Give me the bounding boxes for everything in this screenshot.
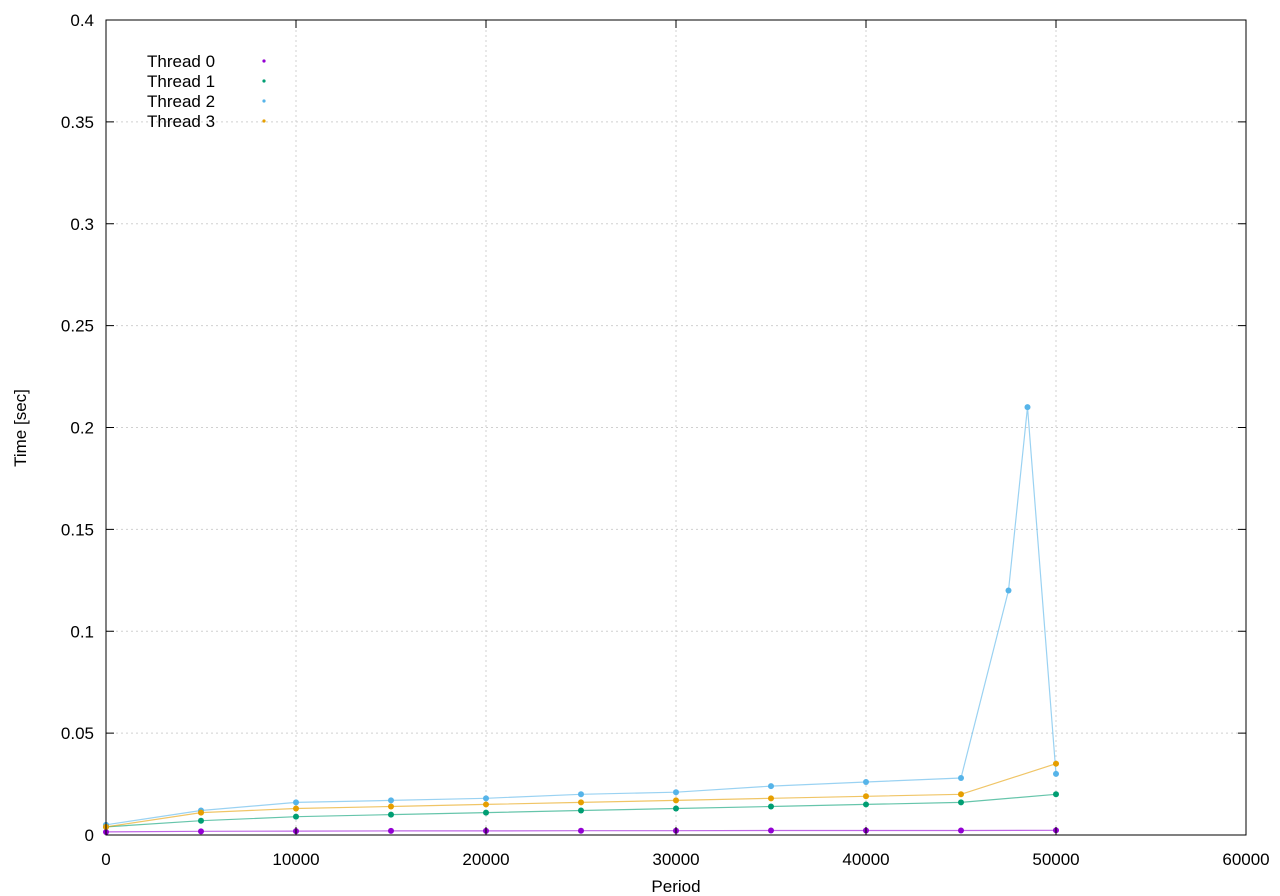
y-tick-label: 0.1 [70,622,94,641]
x-tick-label: 60000 [1222,850,1269,869]
y-tick-label: 0.4 [70,11,94,30]
legend-marker [262,59,266,63]
legend-marker [262,79,266,83]
x-tick-label: 0 [101,850,110,869]
series-trend [105,407,1057,826]
x-tick-label: 10000 [272,850,319,869]
y-axis-title: Time [sec] [11,389,30,467]
x-tick-label: 20000 [462,850,509,869]
axis-tick-labels: 0 10000 20000 30000 40000 50000 60000 0 0.05 0.1 0… [61,11,1270,869]
legend-label: Thread 3 [147,112,215,131]
legend-marker [262,119,266,123]
x-tick-label: 40000 [842,850,889,869]
data-points [103,404,1059,835]
y-tick-label: 0 [85,826,94,845]
y-tick-label: 0.05 [61,724,94,743]
x-tick-label: 50000 [1032,850,1079,869]
grid [106,20,1246,835]
chart: 0 10000 20000 30000 40000 50000 60000 0 0.05 0.1 0… [0,0,1280,896]
data-point [1053,760,1059,767]
series-2 [103,404,1059,828]
y-tick-label: 0.35 [61,113,94,132]
x-axis-title: Period [651,877,700,896]
legend-marker [262,99,266,103]
y-tick-label: 0.2 [70,419,94,438]
legend: Thread 0Thread 1Thread 2Thread 3 [147,52,266,131]
scatter-plot: 0 10000 20000 30000 40000 50000 60000 0 0.05 0.1 0… [11,11,1270,896]
x-tick-label: 30000 [652,850,699,869]
legend-label: Thread 0 [147,52,215,71]
series-0 [103,827,1059,835]
y-tick-label: 0.3 [70,215,94,234]
y-tick-label: 0.15 [61,520,94,539]
legend-label: Thread 1 [147,72,215,91]
legend-label: Thread 2 [147,92,215,111]
y-tick-label: 0.25 [61,317,94,336]
